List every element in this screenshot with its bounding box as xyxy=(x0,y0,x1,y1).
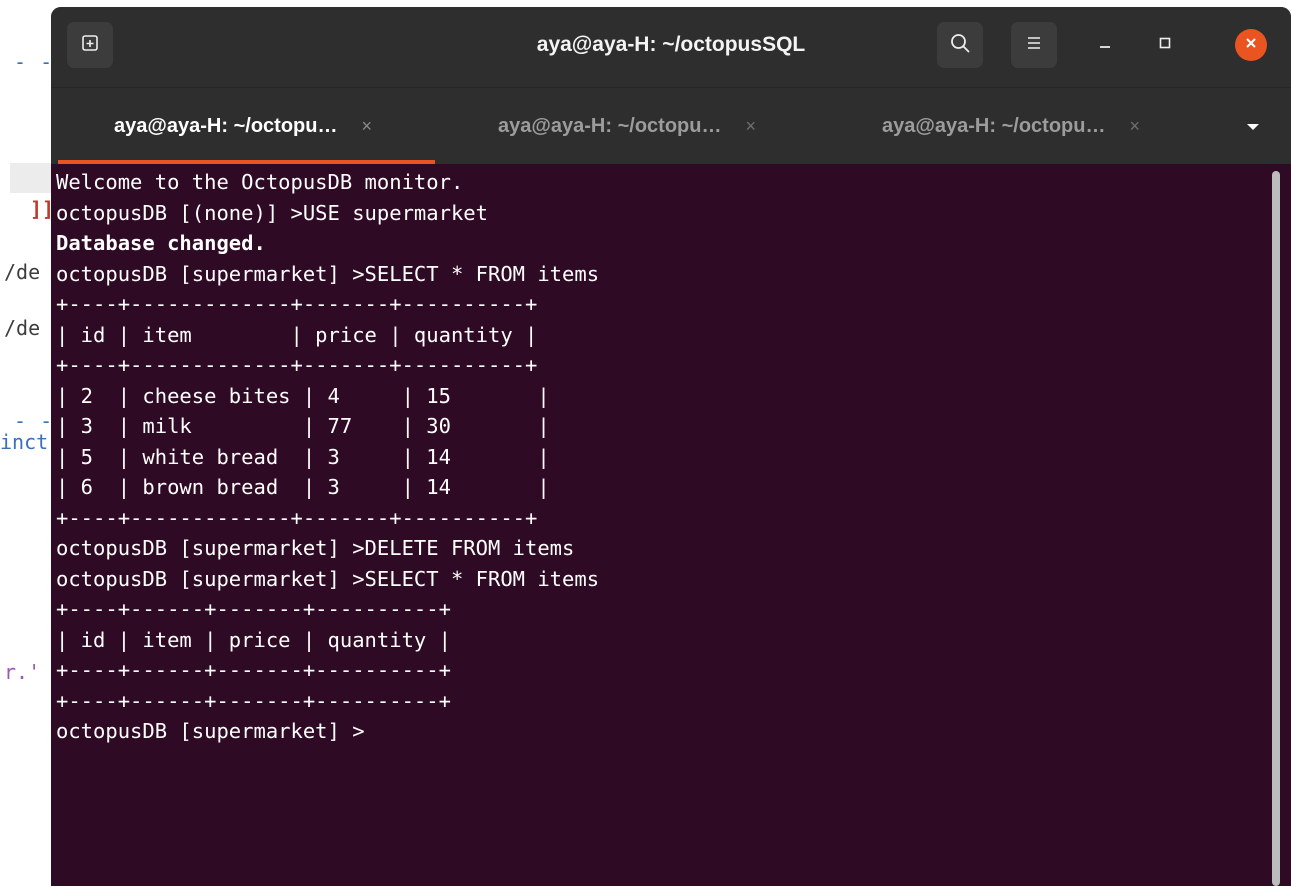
maximize-icon xyxy=(1157,35,1173,55)
tab-1[interactable]: aya@aya-H: ~/octopu… × xyxy=(51,88,435,164)
maximize-button[interactable] xyxy=(1149,29,1181,61)
scrollbar[interactable] xyxy=(1272,171,1280,886)
editor-line-highlight xyxy=(10,163,54,193)
terminal-line: | 3 | milk | 77 | 30 | xyxy=(56,414,550,438)
terminal-line: +----+------+-------+----------+ xyxy=(56,597,451,621)
terminal-line: | 2 | cheese bites | 4 | 15 | xyxy=(56,383,550,408)
tab-bar: aya@aya-H: ~/octopu… × aya@aya-H: ~/octo… xyxy=(51,87,1291,164)
editor-fragment: /de xyxy=(4,316,41,340)
terminal-line: +----+-------------+-------+----------+ xyxy=(56,353,538,377)
chevron-down-icon xyxy=(1245,117,1261,136)
minimize-icon xyxy=(1097,35,1113,55)
tab-3[interactable]: aya@aya-H: ~/octopu… × xyxy=(819,88,1203,164)
editor-fragment: /de xyxy=(4,260,41,284)
terminal-line: +----+------+-------+----------+ xyxy=(56,688,451,713)
terminal-output[interactable]: Welcome to the OctopusDB monitor. octopu… xyxy=(51,167,1269,886)
tab-label: aya@aya-H: ~/octopu… xyxy=(882,114,1106,137)
terminal-line: | id | item | price | quantity | xyxy=(56,627,451,652)
terminal-line: | 5 | white bread | 3 | 14 | xyxy=(56,444,550,469)
terminal-prompt[interactable]: octopusDB [supermarket] > xyxy=(56,716,1269,747)
search-icon xyxy=(949,32,971,58)
terminal-line: +----+------+-------+----------+ xyxy=(56,658,451,682)
close-icon xyxy=(1243,35,1259,55)
editor-fragment: inct xyxy=(0,430,49,454)
tab-label: aya@aya-H: ~/octopu… xyxy=(498,114,722,137)
tab-list-dropdown[interactable] xyxy=(1241,114,1265,138)
terminal-line: octopusDB [supermarket] >DELETE FROM ite… xyxy=(56,536,575,560)
terminal-line: +----+-------------+-------+----------+ xyxy=(56,292,538,316)
search-button[interactable] xyxy=(937,22,983,68)
terminal-line: Database changed. xyxy=(56,231,266,255)
tab-close-icon[interactable]: × xyxy=(745,116,756,137)
terminal-line: +----+-------------+-------+----------+ xyxy=(56,505,538,530)
title-bar: aya@aya-H: ~/octopusSQL xyxy=(51,7,1291,87)
close-button[interactable] xyxy=(1235,29,1267,61)
tab-close-icon[interactable]: × xyxy=(361,116,372,137)
terminal-line: octopusDB [(none)] >USE supermarket xyxy=(56,200,488,225)
terminal-line: | 6 | brown bread | 3 | 14 | xyxy=(56,475,550,499)
tab-label: aya@aya-H: ~/octopu… xyxy=(114,114,338,137)
terminal-line: octopusDB [supermarket] >SELECT * FROM i… xyxy=(56,261,600,286)
terminal-line: octopusDB [supermarket] >SELECT * FROM i… xyxy=(56,566,600,591)
hamburger-menu-icon xyxy=(1024,33,1044,57)
terminal-window: aya@aya-H: ~/octopusSQL aya@aya-H: ~/oct… xyxy=(51,7,1291,886)
terminal-line: | id | item | price | quantity | xyxy=(56,322,538,347)
menu-button[interactable] xyxy=(1011,22,1057,68)
terminal-line: Welcome to the OctopusDB monitor. xyxy=(56,170,464,194)
editor-fragment: r.' xyxy=(4,660,41,684)
tab-close-icon[interactable]: × xyxy=(1129,116,1140,137)
tab-2[interactable]: aya@aya-H: ~/octopu… × xyxy=(435,88,819,164)
minimize-button[interactable] xyxy=(1089,29,1121,61)
